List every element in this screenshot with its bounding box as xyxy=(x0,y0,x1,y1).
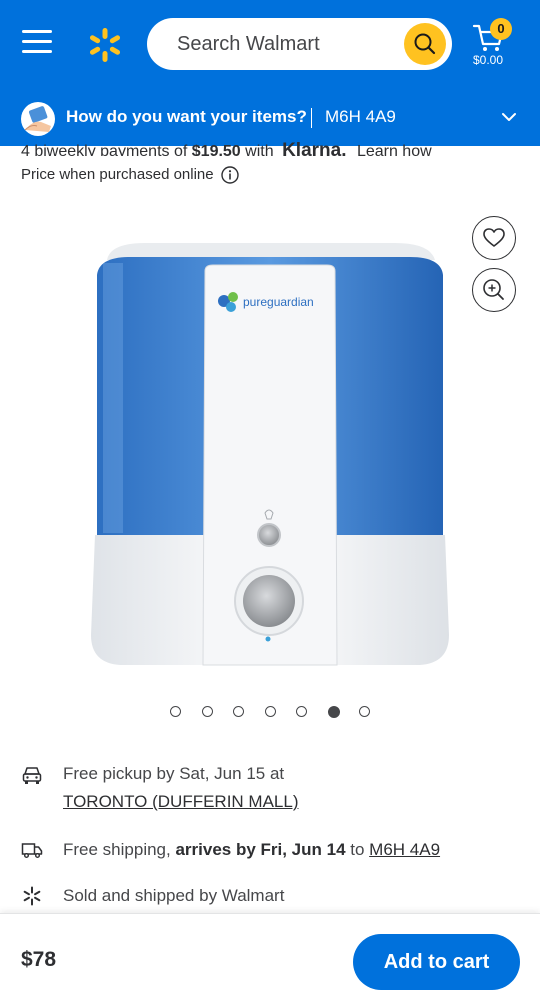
search-button[interactable] xyxy=(404,23,446,65)
carousel-dot[interactable] xyxy=(201,706,213,717)
delivery-icon xyxy=(21,102,55,136)
payments-with: with xyxy=(245,143,274,156)
chevron-down-icon[interactable] xyxy=(500,110,518,124)
shipping-to: to xyxy=(345,840,370,859)
price-note: Price when purchased online xyxy=(21,166,214,183)
klarna-payments: 4 biweekly payments of $19.50 with Klarn… xyxy=(21,140,432,156)
walmart-spark-logo[interactable] xyxy=(86,26,124,64)
carousel-dot[interactable] xyxy=(359,706,370,717)
payments-prefix: 4 biweekly payments of xyxy=(21,143,188,156)
header: 0 $0.00 xyxy=(0,0,540,90)
add-to-cart-button[interactable]: Add to cart xyxy=(353,934,520,990)
pickup-text: Free pickup by Sat, Jun 15 at xyxy=(63,764,285,783)
cart-total: $0.00 xyxy=(473,53,504,67)
zoom-in-icon xyxy=(482,278,504,300)
search-bar[interactable] xyxy=(147,18,452,70)
sticky-add-to-cart-bar: $78 Add to cart xyxy=(0,913,540,1005)
cart-button[interactable]: 0 $0.00 xyxy=(470,18,520,72)
carousel-dot[interactable] xyxy=(170,706,181,717)
cart-count-badge: 0 xyxy=(490,18,512,40)
zoom-button[interactable] xyxy=(472,268,516,312)
shipping-postal-link[interactable]: M6H 4A9 xyxy=(369,840,440,859)
search-input[interactable] xyxy=(177,26,397,62)
carousel-dot[interactable] xyxy=(296,706,307,717)
divider xyxy=(311,108,312,128)
carousel-dot[interactable] xyxy=(233,706,244,717)
shipping-prefix: Free shipping, xyxy=(63,840,176,859)
walmart-spark-icon xyxy=(23,886,41,906)
menu-icon[interactable] xyxy=(22,30,52,58)
shipping-date: arrives by Fri, Jun 14 xyxy=(175,840,346,859)
shipping-text: Free shipping, arrives by Fri, Jun 14 to… xyxy=(63,840,440,860)
heart-icon xyxy=(482,227,505,247)
car-icon xyxy=(22,767,42,784)
payments-amount: $19.50 xyxy=(191,143,241,156)
carousel-dot[interactable] xyxy=(264,706,276,717)
postal-code: M6H 4A9 xyxy=(325,107,396,126)
delivery-question: How do you want your items? xyxy=(66,107,307,126)
pickup-store-link[interactable]: TORONTO (DUFFERIN MALL) xyxy=(63,792,299,812)
info-icon[interactable] xyxy=(220,165,240,185)
brand-logo-text: pureguardian xyxy=(243,295,314,309)
favorite-button[interactable] xyxy=(472,216,516,260)
carousel-dot[interactable] xyxy=(327,706,340,718)
learn-how-link[interactable]: Learn how xyxy=(357,143,432,156)
klarna-logo: Klarna. xyxy=(282,140,347,156)
truck-icon xyxy=(21,843,43,858)
search-icon xyxy=(414,33,436,55)
product-price: $78 xyxy=(21,948,57,971)
product-image[interactable]: pureguardian xyxy=(85,235,455,675)
sold-by-text: Sold and shipped by Walmart xyxy=(63,886,285,905)
fulfillment-intent-bar[interactable]: How do you want your items? M6H 4A9 xyxy=(0,90,540,146)
